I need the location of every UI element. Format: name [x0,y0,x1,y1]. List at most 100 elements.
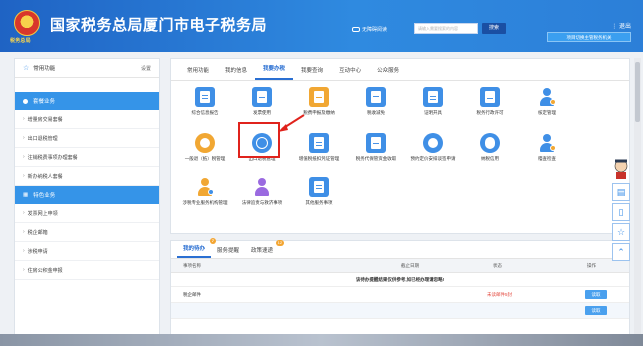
tab-my-info[interactable]: 我的信息 [217,66,255,80]
agency-person-icon [195,177,215,197]
sidebar-item-invoice-online[interactable]: 发票网上申领 [15,204,159,223]
row-status: 未读邮件5封 [487,291,513,297]
main-tabs: 常用功能 我的信息 我要办税 我要查询 互动中心 公众服务 [171,59,629,81]
logout-link[interactable]: ⋮ 退出 [611,21,631,30]
tab-query[interactable]: 我要查询 [293,66,331,80]
tab-my-todo[interactable]: 我的待办 7 [177,238,217,258]
site-title: 国家税务总局厦门市电子税务局 [50,17,268,34]
national-emblem-icon [14,10,40,36]
service-label: 证明开具 [424,110,442,115]
sidebar-item-incremental-housing[interactable]: 增量房交易套餐 [15,110,159,129]
accessibility-link[interactable]: 无障碍阅读 [352,26,387,33]
sidebar-item-cancellation[interactable]: 注销税费事项办理套餐 [15,148,159,167]
service-label: 一般退（抵）税管理 [184,156,226,161]
floating-toolbar: ▤ ▯ ☆ ⌃ [612,183,630,263]
tab-public-service[interactable]: 公众服务 [369,66,407,80]
service-label: 纳税信用 [481,156,499,161]
tab-do-tax[interactable]: 我要办税 [255,64,294,80]
credit-icon [480,133,500,153]
service-label: 其他服务事项 [305,200,333,205]
back-to-top-icon[interactable]: ⌃ [612,243,630,261]
sidebar-common-header: ☆ 常用功能 设置 [15,59,159,78]
export-refund-highlight [238,122,280,158]
favorite-icon[interactable]: ☆ [612,223,630,241]
license-icon [480,87,500,107]
accessibility-label: 无障碍阅读 [362,27,388,33]
read-button[interactable]: 读取 [585,290,607,299]
certificate-icon [423,87,443,107]
tax-payment-icon [309,87,329,107]
col-action: 操作 [587,262,596,268]
service-label: 增值税抵扣凭证管理 [298,156,340,161]
accessibility-icon [352,27,360,32]
notepad-icon[interactable]: ▯ [612,203,630,221]
sidebar: ☆ 常用功能 设置 套餐业务 增量房交易套餐 出口退税管理 注销税费事项办理套餐… [14,58,160,343]
approval-person-icon [537,87,557,107]
assistant-avatar-icon[interactable] [611,158,631,180]
scrollbar-thumb[interactable] [635,62,640,122]
voucher-icon [309,133,329,153]
tax-reduction-icon [366,87,386,107]
service-label: 预约定价安排谈签申请 [410,156,456,161]
law-icon [252,177,272,197]
site-header: 税务总局 国家税务总局厦门市电子税务局 无障碍阅读 请输入需要搜索的内容 搜索 … [0,0,643,52]
col-deadline: 截止日期 [401,262,419,268]
tab-label: 我的待办 [183,246,206,252]
tab-policy-express[interactable]: 政策速递 12 [245,240,285,258]
service-label: 核定管理 [538,110,556,115]
service-label: 税务行政许可 [476,110,504,115]
invoice-check-icon [252,87,272,107]
os-taskbar [0,334,643,346]
search-button[interactable]: 搜索 [482,23,506,34]
document-icon [195,87,215,107]
switch-tax-authority-button[interactable]: 项目切换主管税务机关 [547,32,631,42]
emblem-caption: 税务总局 [10,38,31,44]
section-title: 特色业务 [33,193,56,199]
sidebar-item-new-taxpayer[interactable]: 新办纳税人套餐 [15,167,159,186]
logout-label: 退出 [618,24,631,30]
col-status: 状态 [493,262,502,268]
inspection-person-icon [537,133,557,153]
todo-panel: 我的待办 7 服务提醒 政策速递 12 事项名称 截止日期 状态 操作 该待办提… [170,238,630,343]
package-icon [23,98,28,104]
policy-count-badge: 12 [275,240,285,246]
service-label: 涉税专业服务机构管理 [182,200,228,205]
tab-interaction[interactable]: 互动中心 [331,66,369,80]
table-row: 读取 [171,303,629,319]
row-item-name: 税企邮件 [183,291,201,297]
other-services-icon [309,177,329,197]
sidebar-item-export-refund[interactable]: 出口退税管理 [15,129,159,148]
tab-common[interactable]: 常用功能 [179,66,217,80]
feedback-icon[interactable]: ▤ [612,183,630,201]
sidebar-section-special[interactable]: ▦ 特色业务 [15,186,159,204]
read-button[interactable]: 读取 [585,306,607,315]
sidebar-item-housing-fund[interactable]: 住房公积金申报 [15,261,159,280]
todo-tabs: 我的待办 7 服务提醒 政策速递 12 [171,238,629,259]
service-label: 法律追责与救济事项 [241,200,283,205]
star-icon: ☆ [23,65,30,72]
tab-label: 服务提醒 [217,248,240,254]
service-label: 税务代保管资金收取 [355,156,397,161]
section-title: 套餐业务 [33,99,56,105]
sidebar-item-tax-application[interactable]: 涉税申请 [15,242,159,261]
tab-service-reminder[interactable]: 服务提醒 [211,246,245,258]
sidebar-setting-link[interactable]: 设置 [141,65,151,72]
table-row: 税企邮件 未读邮件5封 读取 [171,287,629,303]
refund-icon [195,133,215,153]
search-input[interactable]: 请输入需要搜索的内容 [414,23,478,34]
page-scrollbar[interactable] [634,58,641,334]
sidebar-item-tax-mailbox[interactable]: 税企邮箱 [15,223,159,242]
service-label: 综合信息报告 [191,110,219,115]
sidebar-section-package[interactable]: 套餐业务 [15,92,159,110]
user-area: ⋮ 退出 项目切换主管税务机关 [520,18,643,48]
service-label: 稽查检查 [538,156,556,161]
grid-icon: ▦ [23,192,29,198]
tab-label: 政策速递 [251,248,274,254]
todo-notice: 该待办提醒结果仅供参考,如已经办理请忽略! [171,273,629,287]
col-item-name: 事项名称 [183,262,201,268]
pricing-arrangement-icon [423,133,443,153]
service-label: 税收减免 [367,110,385,115]
table-header: 事项名称 截止日期 状态 操作 [171,259,629,273]
todo-count-badge: 7 [209,238,217,244]
custody-fund-icon [366,133,386,153]
